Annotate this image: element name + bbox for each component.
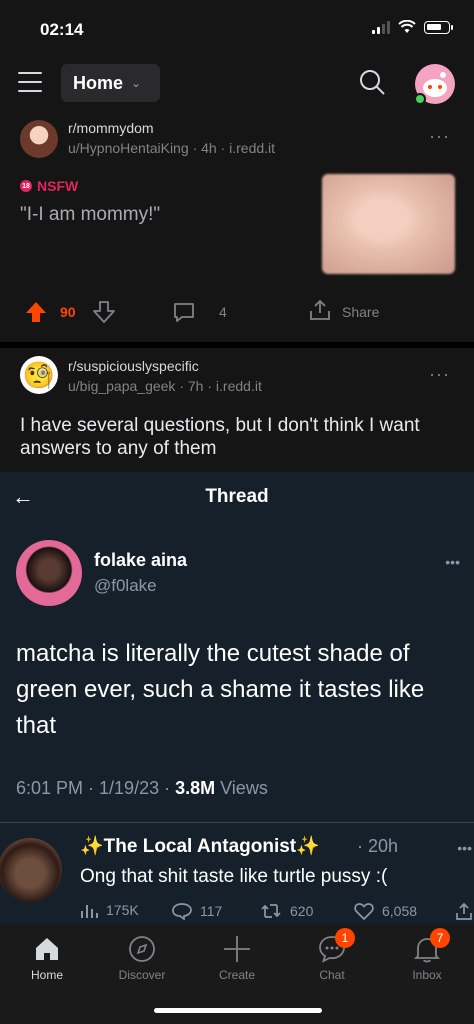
status-bar: 02:14 — [0, 0, 474, 58]
post-domain[interactable]: i.redd.it — [216, 378, 262, 394]
tweet-author-handle: @f0lake — [94, 576, 157, 595]
feed-selector[interactable]: Home ⌄ — [61, 64, 160, 102]
tweet-body: matcha is literally the cutest shade of … — [16, 640, 425, 739]
views-stat: 175K — [80, 902, 139, 918]
retweet-stat: 620 — [260, 902, 313, 920]
battery-icon — [424, 20, 453, 34]
post-age: 4h — [201, 140, 217, 156]
chat-badge: 1 — [335, 928, 355, 948]
like-stat: 6,058 — [354, 902, 417, 920]
post-actions: 90 4 Share — [0, 298, 474, 330]
comment-count: 4 — [219, 304, 227, 320]
tab-discover[interactable]: Discover — [102, 934, 182, 982]
post-image-tweet-screenshot[interactable]: Thread ← folake aina @f0lake ••• matcha … — [0, 472, 474, 924]
menu-icon[interactable] — [18, 72, 42, 92]
tweet-timestamp: 6:01 PM · 1/19/23 · 3.8M Views — [16, 778, 268, 798]
back-arrow-icon: ← — [12, 484, 34, 509]
home-indicator — [154, 1008, 322, 1013]
reply-time: · 20h — [357, 836, 399, 856]
reply-author-avatar — [0, 838, 62, 902]
downvote-icon[interactable] — [92, 300, 116, 324]
post-meta: u/HypnoHentaiKing · 4h · i.redd.it — [68, 140, 276, 156]
post-thumbnail[interactable] — [322, 174, 455, 274]
more-options-icon: ••• — [457, 840, 472, 856]
share-icon — [456, 902, 472, 920]
comment-icon[interactable] — [172, 300, 196, 324]
upvote-icon[interactable] — [24, 300, 48, 324]
status-icons — [372, 20, 453, 34]
views-icon — [81, 905, 98, 918]
feed-selector-label: Home — [73, 72, 124, 93]
post-card[interactable]: r/mommydom u/HypnoHentaiKing · 4h · i.re… — [0, 110, 474, 342]
more-options-icon: ••• — [445, 554, 460, 570]
inbox-badge: 7 — [430, 928, 450, 948]
home-icon — [32, 934, 62, 964]
post-card[interactable]: 🧐 r/suspiciouslyspecific u/big_papa_geek… — [0, 348, 474, 472]
top-nav: Home ⌄ — [0, 58, 474, 110]
tab-inbox[interactable]: 7 Inbox — [387, 928, 467, 982]
subreddit-name[interactable]: r/mommydom — [68, 120, 154, 136]
post-age: 7h — [187, 378, 204, 394]
retweet-icon — [261, 904, 281, 918]
plus-icon — [222, 934, 252, 964]
share-button[interactable]: Share — [342, 304, 379, 320]
share-stat — [454, 902, 474, 920]
post-author[interactable]: u/HypnoHentaiKing — [68, 140, 189, 156]
tweet-views-count: 3.8M — [175, 778, 216, 798]
search-icon[interactable] — [358, 68, 386, 96]
reply-author-name: ✨The Local Antagonist✨ — [80, 836, 320, 857]
chevron-down-icon: ⌄ — [131, 76, 142, 90]
status-time: 02:14 — [40, 20, 84, 39]
more-options-icon[interactable]: ··· — [429, 364, 450, 385]
tab-create[interactable]: Create — [197, 934, 277, 982]
tweet-thread-header: Thread — [205, 486, 269, 507]
tab-home[interactable]: Home — [7, 934, 87, 982]
heart-icon — [354, 903, 374, 920]
subreddit-avatar[interactable]: 🧐 — [20, 356, 58, 394]
reply-text: Ong that shit taste like turtle pussy :( — [80, 866, 388, 887]
post-title[interactable]: "I-I am mommy!" — [20, 204, 160, 226]
reply-stats: 175K 117 620 6,058 — [80, 902, 474, 924]
subreddit-avatar[interactable] — [20, 120, 58, 158]
post-meta: u/big_papa_geek · 7h · i.redd.it — [68, 378, 262, 394]
reply-icon — [172, 903, 192, 920]
compass-icon — [127, 934, 157, 964]
nsfw-badge: 18 NSFW — [20, 178, 78, 194]
divider — [0, 822, 474, 823]
tweet-author-name: folake aina — [94, 550, 188, 570]
vote-count: 90 — [60, 304, 76, 320]
tab-chat[interactable]: 1 Chat — [292, 928, 372, 982]
post-author[interactable]: u/big_papa_geek — [68, 378, 175, 394]
more-options-icon[interactable]: ··· — [429, 126, 450, 147]
tweet-author-avatar — [16, 540, 82, 606]
signal-icon — [372, 20, 390, 34]
share-icon[interactable] — [308, 298, 332, 322]
reply-count-stat: 117 — [172, 902, 222, 920]
post-title[interactable]: I have several questions, but I don't th… — [20, 414, 460, 460]
online-status-dot — [414, 93, 426, 105]
chat-icon: 1 — [317, 928, 355, 964]
nsfw-icon: 18 — [20, 180, 32, 192]
post-domain[interactable]: i.redd.it — [229, 140, 275, 156]
wifi-icon — [398, 20, 416, 33]
subreddit-name[interactable]: r/suspiciouslyspecific — [68, 358, 199, 374]
bell-icon: 7 — [412, 928, 450, 964]
